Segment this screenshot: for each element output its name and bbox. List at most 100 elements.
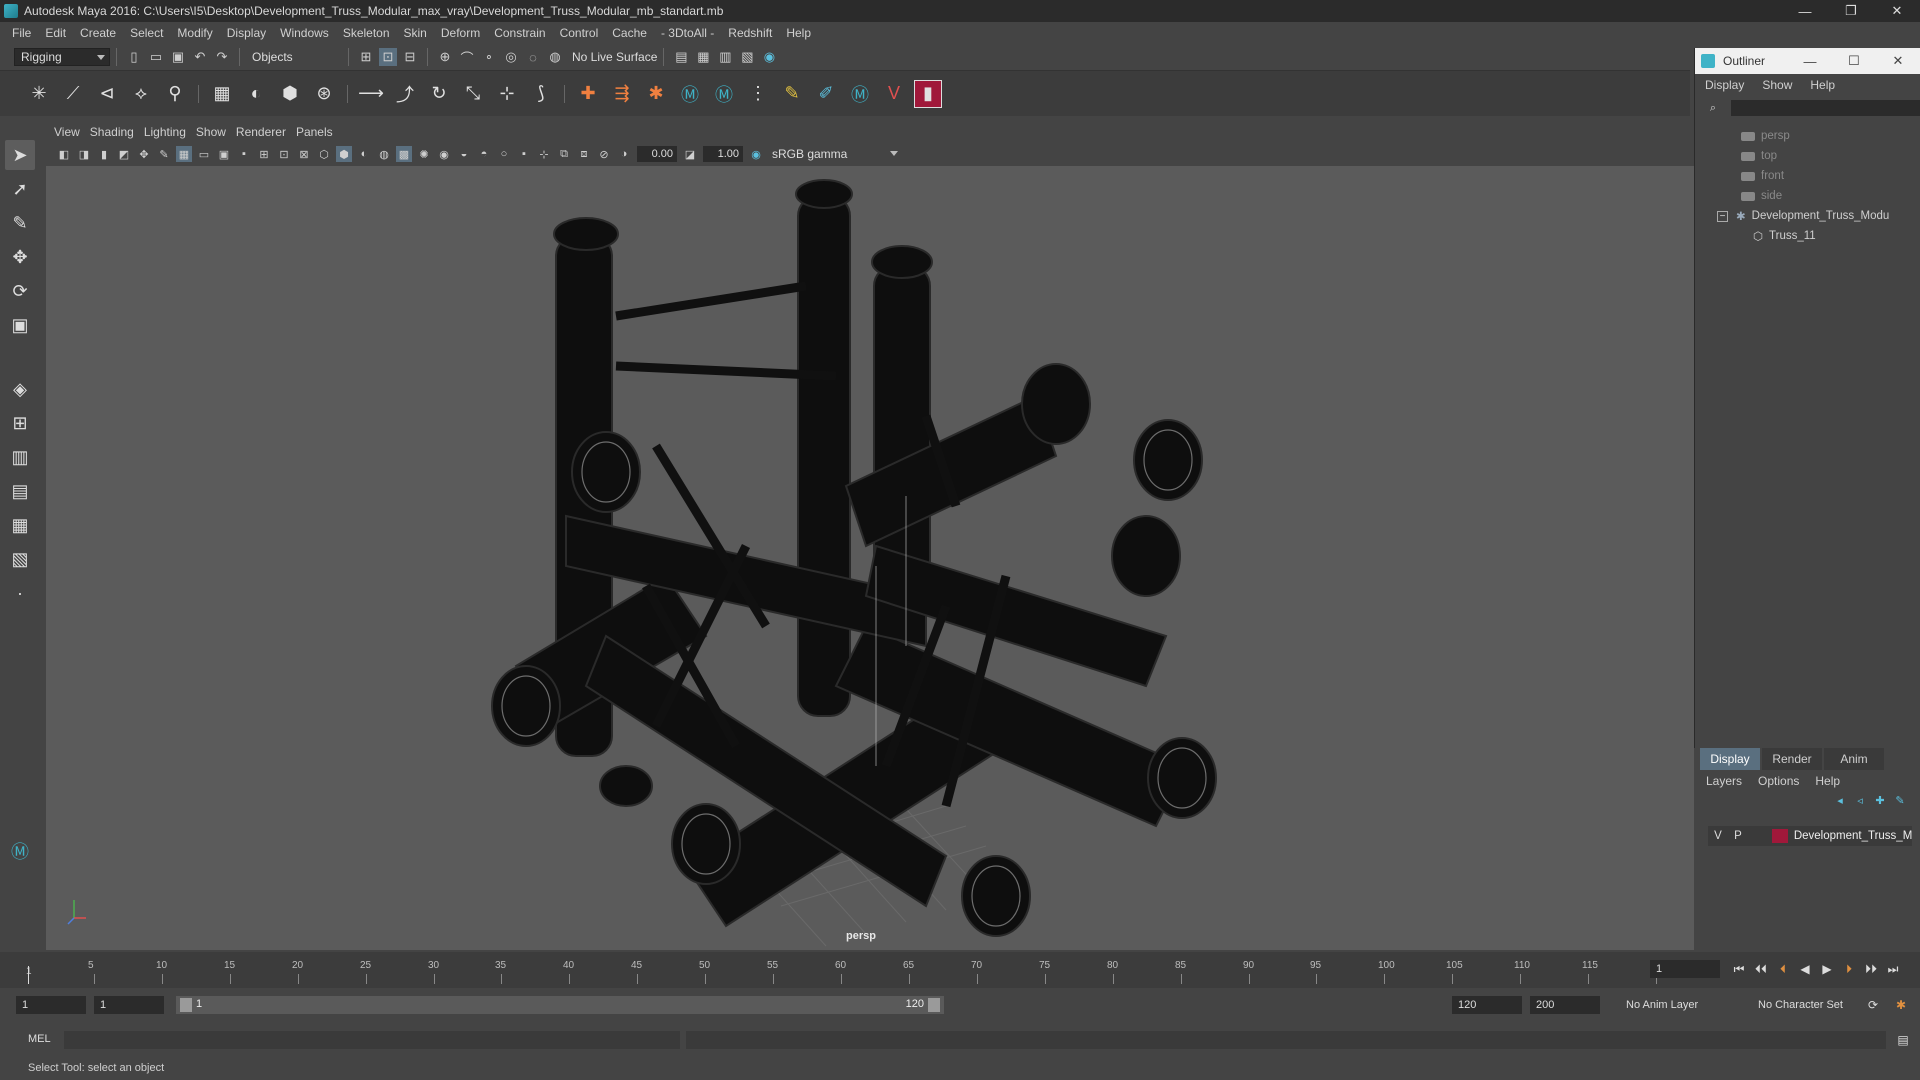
viewport-menu-renderer[interactable]: Renderer	[236, 125, 296, 139]
script-language-label[interactable]: MEL	[28, 1033, 51, 1045]
outliner-minimize-button[interactable]: —	[1788, 48, 1832, 74]
snap-surface-icon[interactable]: ◌	[524, 48, 542, 66]
snap-grid-icon[interactable]: ⊕	[436, 48, 454, 66]
menu-deform[interactable]: Deform	[435, 26, 488, 40]
outliner-close-button[interactable]: ✕	[1876, 48, 1920, 74]
mirror-joint-icon[interactable]: ⟡	[127, 80, 155, 108]
layer-menu-layers[interactable]: Layers	[1706, 774, 1742, 788]
step-back-key-icon[interactable]: ⏴	[1772, 960, 1794, 978]
live-surface-label[interactable]: No Live Surface	[572, 50, 657, 64]
vray-icon[interactable]: V	[880, 80, 908, 108]
select-component-icon[interactable]: ⊟	[401, 48, 419, 66]
gamma-field[interactable]: 1.00	[703, 146, 743, 162]
anti-alias-icon[interactable]: ○	[496, 146, 512, 162]
render-setup-icon[interactable]: ▮	[914, 79, 942, 108]
outliner-item[interactable]: top	[1703, 146, 1903, 166]
brush-icon[interactable]: ✐	[812, 80, 840, 108]
current-frame-field[interactable]: 1	[1650, 960, 1720, 978]
layer-color-swatch[interactable]	[1771, 829, 1788, 843]
step-back-icon[interactable]: ⏴⏴	[1750, 960, 1772, 978]
new-layer-selected-icon[interactable]: ✎	[1892, 792, 1908, 808]
selection-mask-dropdown[interactable]: Objects	[246, 48, 342, 66]
smooth-shade-icon[interactable]: ⬢	[336, 146, 352, 162]
outliner-menu-help[interactable]: Help	[1810, 78, 1835, 92]
orient-joint-icon[interactable]: ⚲	[161, 80, 189, 108]
outliner-item[interactable]: − ✱ Development_Truss_Modu	[1703, 206, 1903, 226]
outliner-menu-show[interactable]: Show	[1762, 78, 1792, 92]
field-chart-icon[interactable]: ⊞	[256, 146, 272, 162]
default-material-icon[interactable]: ◐	[356, 146, 372, 162]
hik-icon[interactable]: Ⓜ	[710, 80, 738, 108]
layout-graph-icon[interactable]: ▧	[5, 544, 35, 574]
wrap-icon[interactable]: ⬢	[276, 80, 304, 108]
step-forward-key-icon[interactable]: ⏵	[1838, 960, 1860, 978]
menu-windows[interactable]: Windows	[274, 26, 337, 40]
layout-more-icon[interactable]: ·	[5, 578, 35, 608]
layer-menu-options[interactable]: Options	[1758, 774, 1799, 788]
render-settings-icon[interactable]: ▧	[738, 48, 756, 66]
anim-preferences-icon[interactable]: ✱	[1890, 996, 1912, 1014]
save-scene-icon[interactable]: ▣	[169, 48, 187, 66]
menu-select[interactable]: Select	[124, 26, 171, 40]
paint-weights-icon[interactable]: ✱	[642, 80, 670, 108]
lattice-icon[interactable]: ▦	[208, 80, 236, 108]
anim-layer-dropdown[interactable]: No Anim Layer	[1620, 996, 1742, 1014]
layout-four-icon[interactable]: ⊞	[5, 408, 35, 438]
joint-tool-icon[interactable]: ✳	[25, 80, 53, 108]
menu-cache[interactable]: Cache	[606, 26, 655, 40]
close-button[interactable]: ✕	[1874, 0, 1920, 22]
script-editor-icon[interactable]: ✎	[778, 80, 806, 108]
menu-constrain[interactable]: Constrain	[488, 26, 553, 40]
cluster-icon[interactable]: ◐	[242, 80, 270, 108]
range-start-handle[interactable]	[180, 998, 192, 1012]
ambient-occlusion-icon[interactable]: ◒	[456, 146, 472, 162]
playback-start-field[interactable]: 1	[94, 996, 164, 1014]
ik-handle-icon[interactable]: ⟋	[59, 80, 87, 108]
snap-view-icon[interactable]: ◎	[502, 48, 520, 66]
ipr-render-icon[interactable]: ▥	[716, 48, 734, 66]
scale-constraint-icon[interactable]: ⤡	[459, 80, 487, 108]
viewport-menu-lighting[interactable]: Lighting	[144, 125, 196, 139]
menu-edit[interactable]: Edit	[39, 26, 74, 40]
snap-live-icon[interactable]: ◍	[546, 48, 564, 66]
menu-modify[interactable]: Modify	[171, 26, 220, 40]
layer-row[interactable]: V P Development_Truss_M	[1708, 826, 1912, 846]
redo-icon[interactable]: ↷	[213, 48, 231, 66]
bind-skin-icon[interactable]: ⇶	[608, 80, 636, 108]
safe-title-icon[interactable]: ⊠	[296, 146, 312, 162]
xray-components-icon[interactable]: ⊘	[596, 146, 612, 162]
layout-stack-icon[interactable]: ▤	[5, 476, 35, 506]
ik-spline-icon[interactable]: ⊲	[93, 80, 121, 108]
viewport-persp[interactable]: persp	[46, 166, 1694, 950]
outliner-search-input[interactable]	[1730, 100, 1920, 116]
safe-action-icon[interactable]: ⊡	[276, 146, 292, 162]
current-time-indicator[interactable]	[28, 966, 29, 984]
resolution-gate-icon[interactable]: ▣	[216, 146, 232, 162]
depth-of-field-icon[interactable]: ▪	[516, 146, 532, 162]
move-tool-icon[interactable]: ✥	[5, 242, 35, 272]
orient-constraint-icon[interactable]: ↻	[425, 80, 453, 108]
menu-create[interactable]: Create	[74, 26, 124, 40]
select-object-icon[interactable]: ⊡	[379, 48, 397, 66]
menu-3dtoall[interactable]: - 3DtoAll -	[655, 26, 722, 40]
play-forward-icon[interactable]: ▶	[1816, 960, 1838, 978]
filter-icon[interactable]: ⌕	[1705, 100, 1721, 116]
layout-outliner-icon[interactable]: ▦	[5, 510, 35, 540]
new-scene-icon[interactable]: ▯	[125, 48, 143, 66]
outliner-item[interactable]: side	[1703, 186, 1903, 206]
gate-mask-icon[interactable]: ▪	[236, 146, 252, 162]
menu-help[interactable]: Help	[780, 26, 819, 40]
step-forward-icon[interactable]: ⏵⏵	[1860, 960, 1882, 978]
wire-icon[interactable]: ⊛	[310, 80, 338, 108]
menu-set-dropdown[interactable]: Rigging	[14, 48, 110, 66]
camera-select-icon[interactable]: ◧	[56, 146, 72, 162]
isolate-select-icon[interactable]: ⊹	[536, 146, 552, 162]
textured-icon[interactable]: ▩	[396, 146, 412, 162]
go-to-end-icon[interactable]: ⏭	[1882, 960, 1904, 978]
range-bar[interactable]: 1 120	[176, 996, 944, 1014]
viewport-menu-panels[interactable]: Panels	[296, 125, 343, 139]
shadows-icon[interactable]: ◉	[436, 146, 452, 162]
wireframe-icon[interactable]: ⬡	[316, 146, 332, 162]
render-view-icon[interactable]: ▤	[672, 48, 690, 66]
tab-render[interactable]: Render	[1762, 748, 1822, 770]
